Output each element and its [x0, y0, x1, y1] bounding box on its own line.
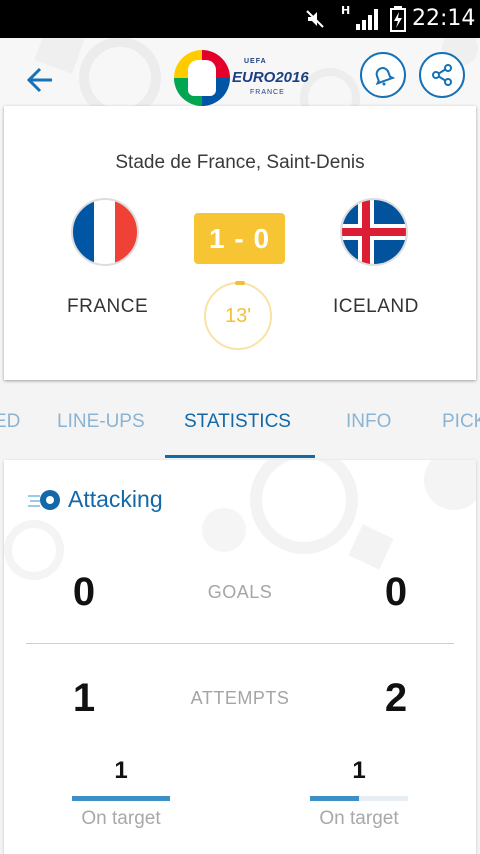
on-target-home-label: On target: [81, 808, 161, 829]
mute-icon: [306, 10, 324, 28]
logo-uefa-text: UEFA: [244, 58, 267, 65]
tab-bar: ED LINE-UPS STATISTICS INFO PICK: [0, 384, 480, 460]
on-target-home-value: 1: [114, 757, 128, 784]
share-button[interactable]: [419, 52, 465, 98]
statistics-panel: Attacking 0 GOALS 0 1 ATTEMPTS 2 1 1 On …: [4, 460, 476, 854]
attempts-away-value: 2: [384, 676, 408, 720]
tab-pick[interactable]: PICK: [442, 411, 480, 433]
soccer-ball-icon: [28, 490, 60, 510]
share-icon: [432, 64, 452, 86]
score-badge: 1 - 0: [194, 213, 285, 264]
tab-partial-left[interactable]: ED: [0, 411, 20, 433]
attacking-section-title: Attacking: [68, 486, 163, 512]
on-target-away-bar: [310, 796, 408, 801]
on-target-home-bar: [72, 796, 170, 801]
logo-euro-text: EURO2016: [232, 69, 309, 86]
on-target-home-bar-fill: [72, 796, 170, 801]
status-bar: H 22:14: [0, 0, 480, 38]
logo-country-text: FRANCE: [250, 89, 285, 96]
tab-info[interactable]: INFO: [346, 411, 391, 433]
tab-statistics[interactable]: STATISTICS: [184, 411, 291, 433]
euro-2016-logo: UEFA EURO2016 FRANCE: [174, 50, 314, 106]
on-target-away-label: On target: [319, 808, 399, 829]
euro-trophy-emblem: [174, 50, 230, 106]
panel-background-pattern: [4, 460, 476, 580]
notifications-button[interactable]: [360, 52, 406, 98]
iceland-flag-icon: [340, 198, 408, 266]
on-target-away-bar-fill: [310, 796, 359, 801]
away-team-name: ICELAND: [333, 296, 419, 317]
bell-icon: [375, 67, 395, 86]
back-arrow-icon[interactable]: [22, 62, 62, 98]
venue-label: Stade de France, Saint-Denis: [115, 152, 365, 173]
tab-lineups[interactable]: LINE-UPS: [57, 411, 145, 433]
battery-charging-icon: [390, 6, 406, 32]
network-type-label: H: [341, 4, 351, 17]
goals-away-value: 0: [384, 570, 408, 614]
on-target-away-value: 1: [352, 757, 366, 784]
match-minute: 13': [204, 281, 272, 350]
active-tab-indicator: [165, 455, 315, 458]
match-card: Stade de France, Saint-Denis 1 - 0 FRANC…: [4, 106, 476, 380]
clock: 22:14: [412, 6, 476, 31]
signal-icon: [356, 9, 378, 30]
france-flag-icon: [71, 198, 139, 266]
home-team-name: FRANCE: [67, 296, 149, 317]
stats-divider: [26, 643, 454, 644]
